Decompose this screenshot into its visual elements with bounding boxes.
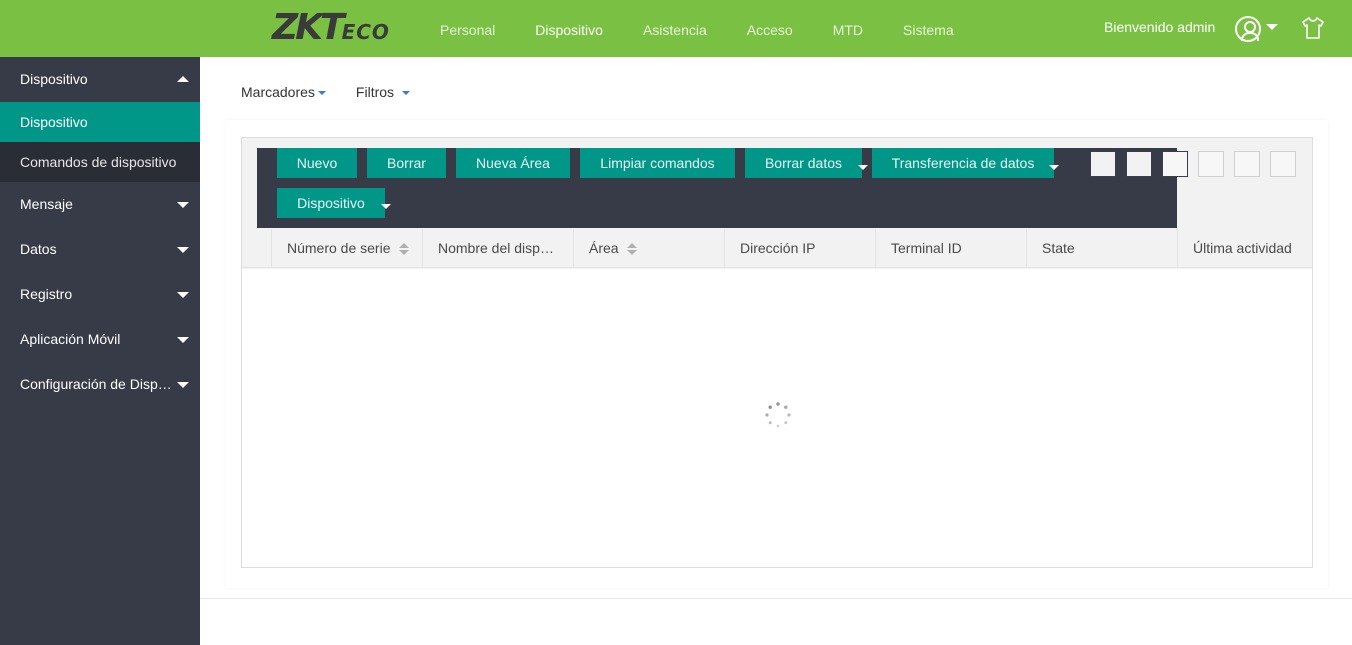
sidebar-group-mensaje[interactable]: Mensaje: [0, 182, 200, 227]
data-transfer-caret-icon[interactable]: [1049, 165, 1059, 170]
nav-acceso[interactable]: Acceso: [727, 0, 813, 57]
sidebar-group-label: Mensaje: [20, 196, 73, 212]
table-body: [242, 269, 1312, 567]
column-header-last-activity[interactable]: Última actividad: [1177, 229, 1312, 268]
column-header-area[interactable]: Área: [573, 229, 724, 268]
column-label: Terminal ID: [891, 240, 962, 256]
table-header: Número de serie Nombre del dispositivo Á…: [242, 229, 1312, 268]
bookmarks-label: Marcadores: [241, 84, 315, 100]
main-content: Marcadores Filtros Nuevo Borrar Nueva Ár…: [200, 57, 1352, 599]
column-label: Última actividad: [1193, 240, 1292, 256]
column-label: State: [1042, 240, 1075, 256]
view-icon-1[interactable]: [1090, 151, 1116, 177]
expand-caret-icon: [177, 247, 189, 253]
column-header-ip[interactable]: Dirección IP: [724, 229, 875, 268]
collapse-caret-icon: [177, 76, 189, 82]
sidebar-group-configuracion[interactable]: Configuración de Dispositivo: [0, 362, 200, 407]
user-menu-caret-icon[interactable]: [1266, 24, 1278, 30]
delete-button[interactable]: Borrar: [367, 148, 446, 178]
user-avatar-icon[interactable]: [1235, 16, 1261, 42]
chevron-down-icon: [317, 91, 326, 96]
sidebar: Dispositivo Dispositivo Comandos de disp…: [0, 57, 200, 645]
sidebar-group-label: Aplicación Móvil: [20, 331, 121, 347]
sidebar-item-dispositivo[interactable]: Dispositivo: [0, 102, 200, 142]
clear-data-button[interactable]: Borrar datos: [745, 148, 862, 178]
column-label: Número de serie: [287, 240, 391, 256]
column-header-device-name[interactable]: Nombre del dispositivo: [422, 229, 573, 268]
grid-panel: Nuevo Borrar Nueva Área Limpiar comandos…: [226, 120, 1328, 588]
clear-commands-button[interactable]: Limpiar comandos: [580, 148, 735, 178]
logo-sub-text: ECO: [341, 20, 390, 44]
nav-asistencia[interactable]: Asistencia: [623, 0, 727, 57]
chevron-down-icon: [402, 91, 411, 96]
filter-bar: Marcadores Filtros: [241, 84, 411, 100]
view-icon-5[interactable]: [1234, 151, 1260, 177]
nav-mtd[interactable]: MTD: [813, 0, 883, 57]
expand-caret-icon: [177, 337, 189, 343]
sidebar-group-label: Configuración de Dispositivo: [20, 376, 178, 392]
nav-dispositivo[interactable]: Dispositivo: [515, 0, 623, 60]
filters-dropdown[interactable]: Filtros: [355, 84, 411, 100]
expand-caret-icon: [177, 202, 189, 208]
sidebar-group-datos[interactable]: Datos: [0, 227, 200, 272]
sidebar-group-registro[interactable]: Registro: [0, 272, 200, 317]
view-icon-3[interactable]: [1162, 151, 1188, 177]
column-label: Área: [589, 240, 619, 256]
column-label: Dirección IP: [740, 240, 816, 256]
device-menu-button[interactable]: Dispositivo: [277, 188, 385, 218]
sidebar-item-label: Dispositivo: [20, 114, 88, 130]
column-header-state[interactable]: State: [1026, 229, 1177, 268]
sidebar-section-dispositivo[interactable]: Dispositivo: [0, 57, 200, 102]
device-menu-caret-icon[interactable]: [381, 204, 391, 209]
column-header-serial[interactable]: Número de serie: [271, 229, 422, 268]
welcome-text: Bienvenido admin: [1104, 19, 1216, 35]
zkteco-logo[interactable]: ZKTECO: [272, 10, 390, 46]
top-bar: ZKTECO Personal Dispositivo Asistencia A…: [0, 0, 1352, 60]
view-icon-6[interactable]: [1270, 151, 1296, 177]
loading-spinner-icon: [765, 402, 791, 428]
sort-icon[interactable]: [626, 243, 637, 256]
sort-icon[interactable]: [398, 243, 409, 256]
view-icon-4[interactable]: [1198, 151, 1224, 177]
expand-caret-icon: [177, 292, 189, 298]
data-transfer-button[interactable]: Transferencia de datos: [872, 148, 1054, 178]
sidebar-item-label: Comandos de dispositivo: [20, 154, 177, 170]
sidebar-section-label: Dispositivo: [20, 71, 88, 87]
nav-sistema[interactable]: Sistema: [883, 0, 974, 57]
sidebar-group-label: Registro: [20, 286, 73, 302]
column-label: Nombre del dispositivo: [438, 240, 556, 256]
new-button[interactable]: Nuevo: [277, 148, 357, 178]
expand-caret-icon: [177, 382, 189, 388]
sidebar-group-aplicacion-movil[interactable]: Aplicación Móvil: [0, 317, 200, 362]
sidebar-item-comandos[interactable]: Comandos de dispositivo: [0, 142, 200, 182]
clear-data-caret-icon[interactable]: [858, 165, 868, 170]
device-grid: Nuevo Borrar Nueva Área Limpiar comandos…: [241, 137, 1313, 568]
theme-shirt-icon[interactable]: [1301, 16, 1325, 40]
main-nav: Personal Dispositivo Asistencia Acceso M…: [420, 0, 974, 60]
column-header-terminal-id[interactable]: Terminal ID: [875, 229, 1026, 268]
new-area-button[interactable]: Nueva Área: [456, 148, 570, 178]
view-icon-2[interactable]: [1126, 151, 1152, 177]
grid-toolbar: Nuevo Borrar Nueva Área Limpiar comandos…: [257, 148, 1177, 228]
sidebar-group-label: Datos: [20, 241, 57, 257]
logo-main-text: ZKT: [272, 7, 345, 48]
nav-personal[interactable]: Personal: [420, 0, 515, 57]
filters-label: Filtros: [355, 84, 395, 100]
bookmarks-dropdown[interactable]: Marcadores: [241, 84, 326, 100]
